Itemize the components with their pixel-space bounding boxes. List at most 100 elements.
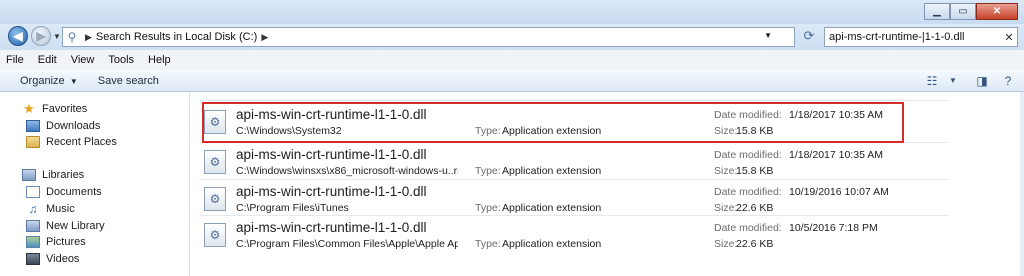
nav-pictures[interactable]: Pictures (26, 234, 86, 250)
nav-documents-label: Documents (46, 186, 102, 198)
size-label: Size: (714, 202, 738, 214)
file-path: C:\Windows\System32 (236, 125, 342, 137)
videos-icon (26, 253, 40, 265)
breadcrumb-search-results[interactable]: Search Results in Local Disk (C:) (96, 31, 257, 43)
nav-downloads-label: Downloads (46, 120, 101, 132)
search-input[interactable]: api-ms-crt-runtime-|1-1-0.dll ✕ (824, 27, 1018, 47)
nav-music-label: Music (46, 203, 75, 215)
file-size: 15.8 KB (736, 125, 774, 137)
nav-videos[interactable]: Videos (26, 251, 79, 267)
file-name: api-ms-win-crt-runtime-l1-1-0.dll (236, 147, 427, 162)
file-type: Application extension (502, 238, 602, 250)
recent-pages-dropdown[interactable]: ▼ (53, 32, 61, 41)
downloads-folder-icon (26, 120, 40, 132)
nav-recent-places-label: Recent Places (46, 136, 117, 148)
recent-places-icon (26, 136, 40, 148)
scrollbar-edge[interactable] (1020, 92, 1024, 276)
nav-favorites-label: Favorites (42, 103, 88, 115)
preview-pane-icon[interactable]: ◨ (972, 74, 992, 88)
menu-view[interactable]: View (71, 54, 95, 66)
dll-file-icon: ⚙ (204, 150, 226, 174)
navigation-pane: ★ Favorites Downloads Recent Places Libr… (0, 92, 190, 276)
command-bar-right: ☷ ▼ ◨ ? (922, 70, 1024, 91)
refresh-icon[interactable]: ⟳ (800, 28, 818, 44)
date-modified-label: Date modified: (714, 222, 782, 234)
maximize-button[interactable]: ▭ (950, 3, 976, 20)
dll-file-icon: ⚙ (204, 110, 226, 134)
file-path: C:\Program Files\iTunes (236, 202, 349, 214)
view-options-dropdown-icon[interactable]: ▼ (948, 76, 958, 85)
documents-icon (26, 186, 40, 198)
file-name: api-ms-win-crt-runtime-l1-1-0.dll (236, 184, 427, 199)
list-item[interactable]: ⚙ api-ms-win-crt-runtime-l1-1-0.dll C:\P… (199, 217, 939, 251)
forward-button[interactable]: ▶ (31, 26, 51, 46)
nav-new-library-label: New Library (46, 220, 105, 232)
nav-favorites[interactable]: ★ Favorites (22, 101, 87, 117)
row-divider (199, 142, 949, 143)
dll-file-icon: ⚙ (204, 187, 226, 211)
file-type: Application extension (502, 165, 602, 177)
list-item[interactable]: ⚙ api-ms-win-crt-runtime-l1-1-0.dll C:\W… (199, 104, 939, 138)
star-icon: ★ (23, 101, 35, 116)
date-modified: 1/18/2017 10:35 AM (789, 109, 883, 121)
nav-recent-places[interactable]: Recent Places (26, 134, 117, 150)
menu-help[interactable]: Help (148, 54, 171, 66)
nav-documents[interactable]: Documents (26, 184, 102, 200)
type-label: Type: (475, 165, 501, 177)
address-bar[interactable]: ⚲ ▶ Search Results in Local Disk (C:) ▶ … (62, 27, 795, 47)
row-divider (199, 179, 949, 180)
nav-videos-label: Videos (46, 253, 80, 265)
nav-downloads[interactable]: Downloads (26, 118, 100, 134)
change-view-icon[interactable]: ☷ (922, 74, 942, 88)
nav-music[interactable]: ♫ Music (26, 201, 75, 217)
file-size: 15.8 KB (736, 165, 774, 177)
address-dropdown-icon[interactable]: ▼ (764, 31, 772, 40)
nav-libraries-label: Libraries (42, 169, 85, 181)
file-type: Application extension (502, 125, 602, 137)
minimize-button[interactable]: ▁ (924, 3, 950, 20)
clear-search-icon[interactable]: ✕ (1001, 31, 1017, 44)
breadcrumb-arrow-icon[interactable]: ▶ (81, 32, 96, 43)
date-modified: 10/19/2016 10:07 AM (789, 186, 889, 198)
breadcrumb-arrow-icon[interactable]: ▶ (257, 32, 272, 43)
libraries-icon (22, 169, 36, 181)
pictures-icon (26, 236, 40, 248)
title-bar: ▁ ▭ ✕ (0, 0, 1024, 24)
explorer-window: ▁ ▭ ✕ ◀ ▶ ▼ ⚲ ▶ Search Results in Local … (0, 0, 1024, 276)
file-path: C:\Windows\winsxs\x86_microsoft-windows-… (236, 165, 458, 177)
window-controls: ▁ ▭ ✕ (924, 3, 1018, 20)
dll-file-icon: ⚙ (204, 223, 226, 247)
nav-new-library[interactable]: New Library (26, 218, 105, 234)
close-button[interactable]: ✕ (976, 3, 1018, 20)
nav-libraries[interactable]: Libraries (22, 167, 84, 183)
row-divider (199, 215, 949, 216)
menu-tools[interactable]: Tools (108, 54, 134, 66)
organize-button[interactable]: Organize ▼ (20, 75, 78, 87)
search-query[interactable]: api-ms-crt-runtime-|1-1-0.dll (829, 31, 1001, 43)
file-size: 22.6 KB (736, 238, 774, 250)
date-modified: 10/5/2016 7:18 PM (789, 222, 878, 234)
type-label: Type: (475, 238, 501, 250)
file-type: Application extension (502, 202, 602, 214)
menu-file[interactable]: File (6, 54, 24, 66)
list-item[interactable]: ⚙ api-ms-win-crt-runtime-l1-1-0.dll C:\W… (199, 144, 939, 178)
date-modified-label: Date modified: (714, 186, 782, 198)
date-modified: 1/18/2017 10:35 AM (789, 149, 883, 161)
back-button[interactable]: ◀ (8, 26, 28, 46)
type-label: Type: (475, 125, 501, 137)
menu-edit[interactable]: Edit (38, 54, 57, 66)
music-icon: ♫ (28, 202, 38, 216)
file-name: api-ms-win-crt-runtime-l1-1-0.dll (236, 220, 427, 235)
save-search-button[interactable]: Save search (98, 75, 159, 87)
nav-pictures-label: Pictures (46, 236, 86, 248)
type-label: Type: (475, 202, 501, 214)
date-modified-label: Date modified: (714, 149, 782, 161)
file-size: 22.6 KB (736, 202, 774, 214)
size-label: Size: (714, 125, 738, 137)
size-label: Size: (714, 165, 738, 177)
help-icon[interactable]: ? (998, 74, 1018, 88)
results-list: ⚙ api-ms-win-crt-runtime-l1-1-0.dll C:\W… (190, 92, 1024, 276)
address-row: ◀ ▶ ▼ ⚲ ▶ Search Results in Local Disk (… (0, 24, 1024, 50)
library-icon (26, 220, 40, 232)
list-item[interactable]: ⚙ api-ms-win-crt-runtime-l1-1-0.dll C:\P… (199, 181, 939, 215)
